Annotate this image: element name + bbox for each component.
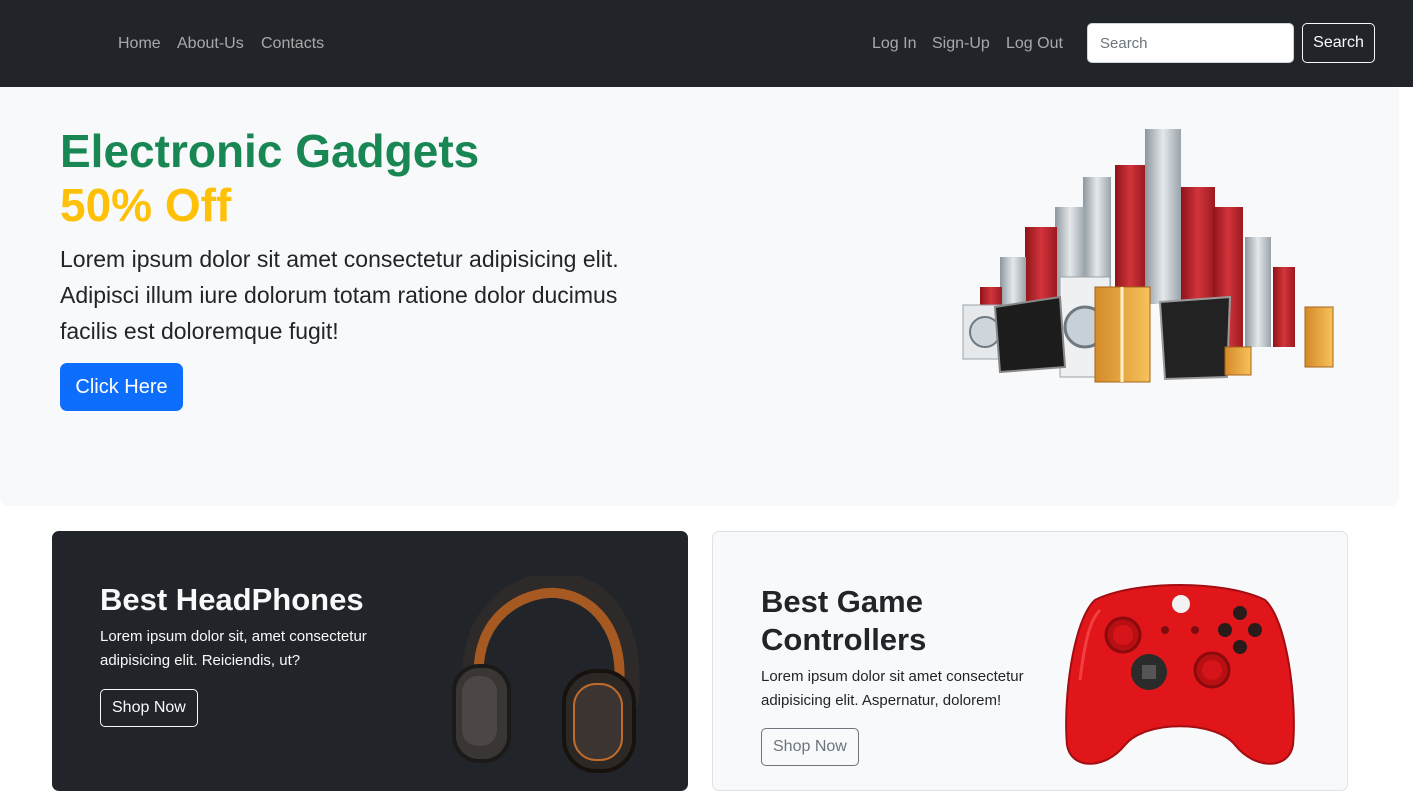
navbar: Home About-Us Contacts Log In Sign-Up Lo… [0, 0, 1413, 87]
nav-link-contacts[interactable]: Contacts [261, 34, 324, 54]
hero-title: Electronic Gadgets [60, 125, 480, 177]
nav-link-sign-up[interactable]: Sign-Up [932, 34, 990, 54]
game-controllers-card: Best Game Controllers Lorem ipsum dolor … [712, 531, 1348, 791]
headphones-title: Best HeadPhones [100, 582, 364, 617]
click-here-button[interactable]: Click Here [60, 363, 183, 411]
nav-link-home[interactable]: Home [118, 34, 161, 54]
search-input[interactable] [1087, 23, 1294, 63]
game-controller-image [1065, 584, 1295, 765]
hero-description: Lorem ipsum dolor sit amet consectetur a… [60, 246, 619, 344]
headphones-shop-now-button[interactable]: Shop Now [100, 689, 198, 727]
search-button[interactable]: Search [1302, 23, 1375, 63]
nav-link-log-out[interactable]: Log Out [1006, 34, 1063, 54]
headphones-description: Lorem ipsum dolor sit, amet consectetur … [100, 628, 367, 669]
headphones-card: Best HeadPhones Lorem ipsum dolor sit, a… [52, 531, 688, 791]
game-controllers-shop-now-button[interactable]: Shop Now [761, 728, 859, 766]
nav-link-log-in[interactable]: Log In [872, 34, 916, 54]
nav-link-about-us[interactable]: About-Us [177, 34, 244, 54]
game-controllers-title: Best Game Controllers [761, 584, 927, 657]
hero-banner: Electronic Gadgets 50% Off Lorem ipsum d… [0, 87, 1399, 506]
appliances-image [962, 129, 1334, 383]
hero-discount: 50% Off [60, 179, 232, 231]
game-controllers-description: Lorem ipsum dolor sit amet consectetur a… [761, 668, 1024, 709]
headphones-image [452, 576, 640, 773]
